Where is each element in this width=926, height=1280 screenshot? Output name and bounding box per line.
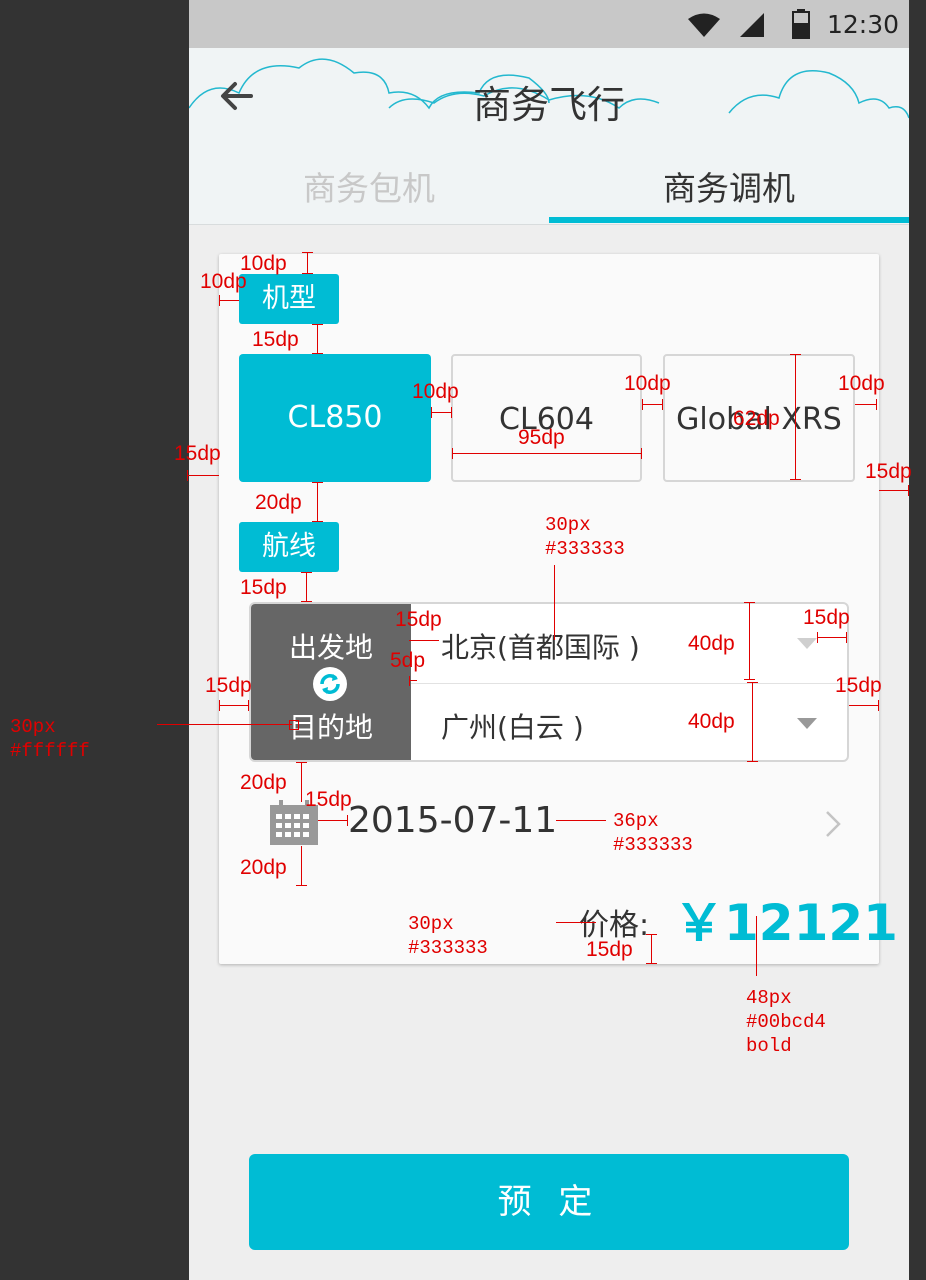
to-label: 目的地 — [288, 711, 373, 744]
from-value[interactable]: 北京(首都国际 ) — [441, 626, 640, 666]
dim-label: 15dp — [174, 442, 221, 465]
text-spec: 48px #00bcd4 bold — [746, 987, 826, 1057]
aircraft-tag: 机型 — [239, 274, 339, 324]
dim-label: 15dp — [586, 938, 633, 961]
to-value[interactable]: 广州(白云 ) — [441, 706, 584, 746]
tab-indicator — [549, 217, 909, 223]
aircraft-option-cl850[interactable]: CL850 — [239, 354, 431, 482]
dim-label: 10dp — [838, 372, 885, 395]
tab-charter[interactable]: 商务包机 — [189, 162, 549, 210]
wifi-icon — [688, 13, 720, 37]
dim-label: 40dp — [688, 710, 735, 733]
dim-label: 15dp — [305, 788, 352, 811]
status-bar: 12:30 — [189, 0, 909, 48]
from-label: 出发地 — [288, 631, 373, 664]
aircraft-option-cl604[interactable]: CL604 — [451, 354, 642, 482]
dim-label: 15dp — [240, 576, 287, 599]
signal-icon — [740, 13, 764, 37]
dim-label: 20dp — [240, 771, 287, 794]
swap-icon[interactable] — [312, 666, 348, 702]
dim-label: 62dp — [733, 407, 780, 430]
tab-ferry-flight[interactable]: 商务调机 — [549, 162, 909, 210]
text-spec: 36px #333333 — [613, 810, 693, 856]
dim-label: 40dp — [688, 632, 735, 655]
dim-label: 10dp — [412, 380, 459, 403]
dim-label: 20dp — [240, 856, 287, 879]
route-tag: 航线 — [239, 522, 339, 572]
price-value: ￥12121 — [674, 894, 898, 952]
text-spec: 30px #333333 — [545, 514, 625, 560]
battery-icon — [792, 9, 810, 39]
chevron-down-icon[interactable] — [797, 718, 817, 730]
date-value[interactable]: 2015-07-11 — [348, 800, 557, 841]
dim-label: 10dp — [624, 372, 671, 395]
chevron-down-icon[interactable] — [797, 638, 817, 650]
dim-label: 15dp — [865, 460, 912, 483]
route-label-panel: 出发地 目的地 — [251, 604, 411, 760]
dim-label: 5dp — [390, 649, 426, 672]
route-panel: 出发地 目的地 北京(首都国际 ) 广州(白云 ) — [249, 602, 849, 762]
status-time: 12:30 — [827, 10, 900, 39]
text-spec: 30px #333333 — [408, 913, 488, 959]
book-button[interactable]: 预 定 — [249, 1154, 849, 1250]
dim-label: 15dp — [205, 674, 252, 697]
dim-label: 15dp — [835, 674, 882, 697]
dim-label: 95dp — [518, 426, 565, 449]
phone-screen: 12:30 商务飞行 商务包机 商务调机 机型 CL850 CL604 Glob… — [189, 0, 909, 1280]
dim-label: 15dp — [395, 608, 442, 631]
chevron-right-icon[interactable] — [825, 810, 841, 838]
dim-label: 15dp — [803, 606, 850, 629]
dim-label: 20dp — [255, 491, 302, 514]
dim-label: 15dp — [252, 328, 299, 351]
text-spec: 30px #ffffff — [10, 716, 90, 762]
page-title: 商务飞行 — [472, 83, 625, 127]
dim-label: 10dp — [240, 252, 287, 275]
dim-label: 10dp — [200, 270, 247, 293]
route-divider — [411, 683, 847, 684]
